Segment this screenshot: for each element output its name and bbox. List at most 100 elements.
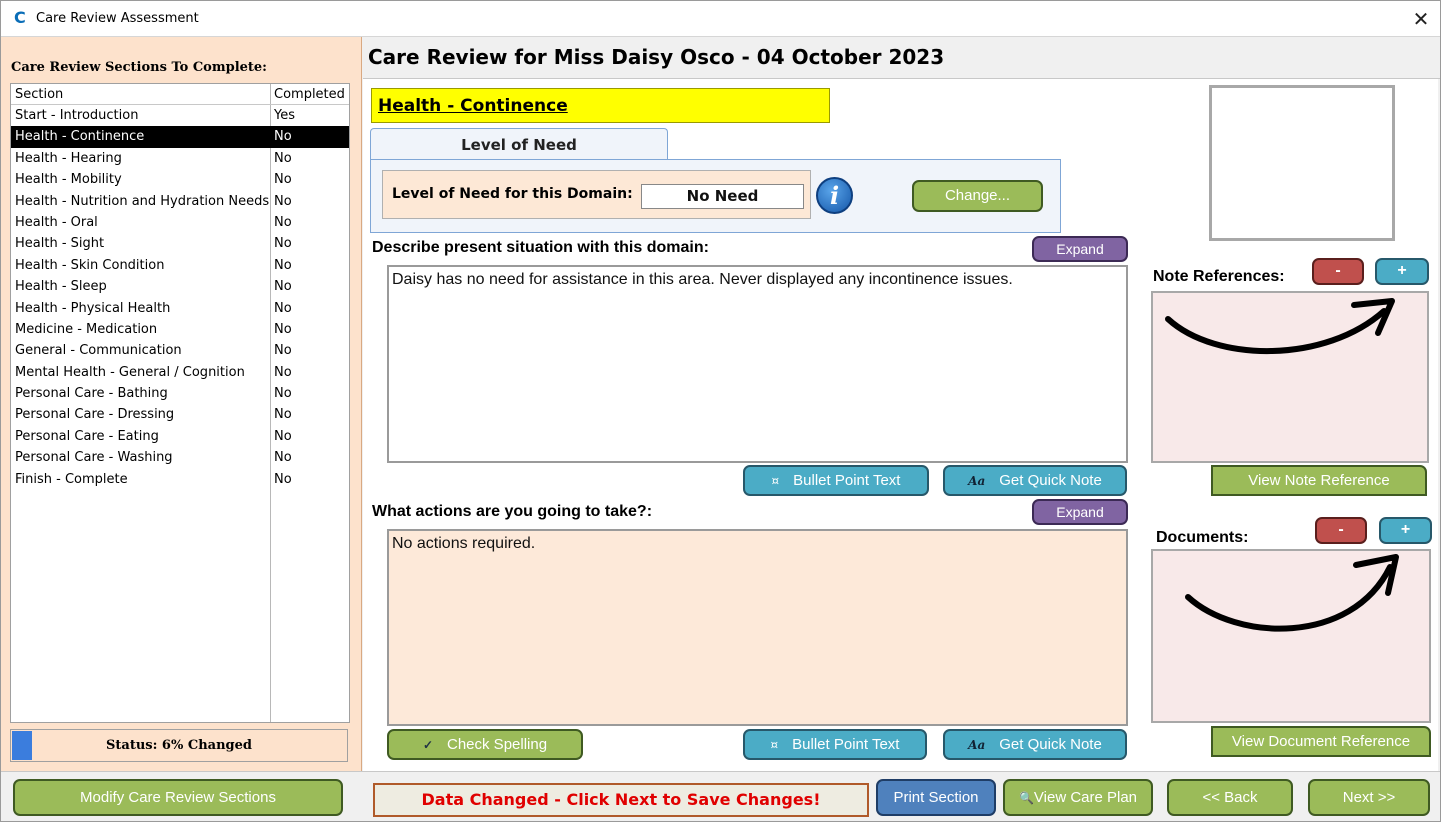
actions-label: What actions are you going to take?: [372, 503, 653, 520]
view-document-reference-button[interactable]: View Document Reference [1211, 726, 1431, 757]
section-name: Health - Physical Health [15, 300, 171, 316]
section-row[interactable]: Personal Care - Washing No [11, 447, 349, 468]
section-row[interactable]: Health - Sleep No [11, 276, 349, 297]
section-name: Mental Health - General / Cognition [15, 364, 245, 380]
remove-document-button[interactable]: - [1315, 517, 1367, 544]
section-row[interactable]: Health - Sight No [11, 233, 349, 254]
annotation-arrow-note [1165, 298, 1395, 354]
quick-note-label: Get Quick Note [999, 736, 1102, 753]
next-button[interactable]: Next >> [1308, 779, 1430, 816]
bullet-point-button-actions[interactable]: ¤ Bullet Point Text [743, 729, 927, 760]
info-icon[interactable]: i [816, 177, 853, 214]
section-row[interactable]: Personal Care - Eating No [11, 426, 349, 447]
documents-label: Documents: [1156, 529, 1249, 546]
level-of-need-value: No Need [641, 184, 804, 209]
section-name: Health - Continence [15, 129, 145, 145]
section-name: Personal Care - Bathing [15, 386, 168, 402]
section-name: Medicine - Medication [15, 321, 158, 337]
quick-note-label: Get Quick Note [999, 472, 1102, 489]
situation-textarea[interactable]: Daisy has no need for assistance in this… [387, 265, 1128, 463]
section-completed: No [274, 129, 292, 145]
section-completed: No [274, 364, 292, 380]
status-text: Status: 6% Changed [106, 738, 252, 753]
column-header-section[interactable]: Section [15, 87, 269, 102]
sections-panel: Care Review Sections To Complete: Sectio… [1, 37, 362, 771]
section-name: Health - Mobility [15, 172, 122, 188]
section-name: Personal Care - Washing [15, 450, 173, 466]
column-header-completed[interactable]: Completed [274, 87, 349, 102]
change-level-button[interactable]: Change... [912, 180, 1043, 212]
section-row[interactable]: Health - Oral No [11, 212, 349, 233]
expand-actions-button[interactable]: Expand [1032, 499, 1128, 525]
modify-sections-button[interactable]: Modify Care Review Sections [13, 779, 343, 816]
section-row[interactable]: Mental Health - General / Cognition No [11, 362, 349, 383]
section-row[interactable]: Personal Care - Dressing No [11, 404, 349, 425]
check-spelling-label: Check Spelling [447, 736, 548, 753]
annotation-arrow-documents [1185, 554, 1399, 632]
remove-note-reference-button[interactable]: - [1312, 258, 1364, 285]
bullet-icon: ¤ [770, 738, 779, 752]
data-changed-warning: Data Changed - Click Next to Save Change… [373, 783, 869, 817]
section-name: Finish - Complete [15, 471, 128, 487]
section-row[interactable]: Start - Introduction Yes [11, 105, 349, 126]
sections-list[interactable]: Section Completed Start - Introduction Ye… [10, 83, 350, 723]
section-name: Health - Oral [15, 214, 98, 230]
section-row[interactable]: Health - Nutrition and Hydration Needs No [11, 191, 349, 212]
bullet-point-label: Bullet Point Text [793, 472, 901, 489]
section-row[interactable]: Health - Hearing No [11, 148, 349, 169]
section-row[interactable]: Finish - Complete No [11, 469, 349, 490]
bullet-point-button-situation[interactable]: ¤ Bullet Point Text [743, 465, 929, 496]
spell-check-icon: ✓ [422, 738, 433, 752]
level-of-need-label: Level of Need for this Domain: [392, 186, 633, 202]
font-icon: Aa [968, 738, 986, 752]
back-button[interactable]: << Back [1167, 779, 1293, 816]
actions-textarea[interactable]: No actions required. [387, 529, 1128, 726]
expand-situation-button[interactable]: Expand [1032, 236, 1128, 262]
section-row[interactable]: Health - Skin Condition No [11, 255, 349, 276]
section-name: Health - Hearing [15, 150, 122, 166]
view-care-plan-button[interactable]: 🔍View Care Plan [1003, 779, 1153, 816]
view-note-reference-button[interactable]: View Note Reference [1211, 465, 1427, 496]
print-section-button[interactable]: Print Section [876, 779, 996, 816]
section-row[interactable]: Health - Physical Health No [11, 298, 349, 319]
add-note-reference-button[interactable]: + [1375, 258, 1429, 285]
section-completed: No [274, 279, 292, 295]
font-icon: Aa [968, 474, 986, 488]
section-row[interactable]: Health - Continence No [11, 126, 349, 148]
add-document-button[interactable]: + [1379, 517, 1432, 544]
domain-title: Health - Continence [371, 88, 830, 123]
close-icon[interactable]: ✕ [1406, 5, 1436, 33]
bullet-icon: ¤ [771, 474, 780, 488]
section-completed: No [274, 193, 292, 209]
quick-note-button-actions[interactable]: Aa Get Quick Note [943, 729, 1127, 760]
section-row[interactable]: Medicine - Medication No [11, 319, 349, 340]
magnifier-icon: 🔍 [1018, 791, 1034, 805]
quick-note-button-situation[interactable]: Aa Get Quick Note [943, 465, 1127, 496]
section-name: Health - Nutrition and Hydration Needs [15, 193, 269, 209]
app-logo-icon: C [14, 8, 26, 27]
note-references-label: Note References: [1153, 268, 1285, 285]
section-row[interactable]: Health - Mobility No [11, 169, 349, 190]
section-row[interactable]: General - Communication No [11, 340, 349, 361]
list-header: Section Completed [11, 84, 349, 105]
tab-level-of-need-label: Level of Need [461, 136, 577, 154]
tab-level-of-need[interactable]: Level of Need [370, 128, 668, 160]
section-row[interactable]: Personal Care - Bathing No [11, 383, 349, 404]
main-header: Care Review for Miss Daisy Osco - 04 Oct… [363, 37, 1440, 79]
section-name: Health - Sight [15, 236, 105, 252]
window-title: Care Review Assessment [36, 11, 199, 26]
section-completed: No [274, 300, 292, 316]
section-completed: No [274, 321, 292, 337]
domain-title-text: Health - Continence [378, 96, 568, 116]
section-name: General - Communication [15, 343, 182, 359]
resident-photo[interactable] [1209, 85, 1395, 241]
section-completed: No [274, 471, 292, 487]
section-completed: No [274, 172, 292, 188]
section-name: Personal Care - Eating [15, 428, 159, 444]
section-completed: No [274, 214, 292, 230]
section-name: Health - Sleep [15, 279, 107, 295]
title-bar: C Care Review Assessment ✕ [1, 1, 1440, 37]
section-completed: No [274, 257, 292, 273]
care-review-window: C Care Review Assessment ✕ Care Review S… [0, 0, 1441, 822]
check-spelling-button[interactable]: ✓ Check Spelling [387, 729, 583, 760]
